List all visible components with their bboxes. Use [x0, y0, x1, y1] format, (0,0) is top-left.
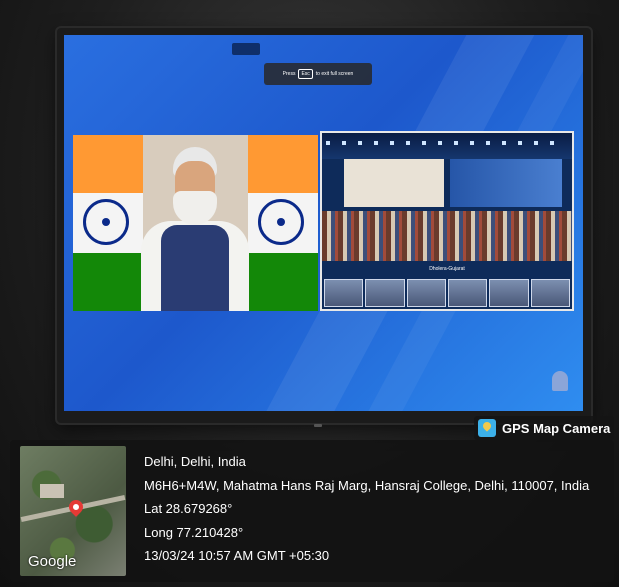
gps-badge-label: GPS Map Camera — [502, 420, 611, 436]
gps-map-camera-badge: GPS Map Camera — [474, 416, 614, 440]
stage-thumbnail — [406, 279, 446, 307]
map-building — [40, 484, 64, 498]
google-logo: Google — [28, 553, 77, 570]
location-address: M6H6+M4W, Mahatma Hans Raj Marg, Hansraj… — [144, 477, 590, 493]
stage-thumbnail — [447, 279, 488, 307]
location-info-panel: Google Delhi, Delhi, India M6H6+M4W, Mah… — [10, 440, 614, 582]
location-city: Delhi, Delhi, India — [144, 454, 246, 469]
esc-banner-prefix: Press — [282, 71, 296, 77]
esc-key: Esc — [298, 69, 313, 79]
stage-thumbnail-strip — [324, 279, 570, 307]
stage-screen-left — [344, 159, 444, 207]
flag-right — [248, 135, 318, 311]
speaker-video-tile — [73, 135, 318, 311]
location-latitude: Lat 28.679268° — [144, 501, 233, 516]
location-longitude: Long 77.210428° — [144, 524, 244, 540]
self-view-avatar — [552, 371, 568, 391]
stage-thumbnail — [365, 279, 405, 307]
location-details: Delhi, Delhi, India M6H6+M4W, Mahatma Ha… — [144, 450, 606, 568]
stage-thumbnail — [489, 279, 529, 307]
meeting-top-tag — [232, 43, 260, 55]
ashoka-chakra-icon — [258, 199, 304, 245]
stage-screen-right — [450, 159, 562, 207]
tv-screen: Press Esc to exit full screen Dholera-Gu… — [64, 35, 583, 411]
stage-lights — [326, 141, 566, 145]
speaker-figure — [141, 147, 249, 311]
stage-ceiling — [322, 133, 572, 159]
stage-thumbnail — [530, 279, 570, 307]
stage-caption: Dholera-Gujarat — [429, 266, 465, 272]
exit-fullscreen-banner: Press Esc to exit full screen — [264, 63, 372, 85]
tv-power-led — [314, 424, 322, 427]
gps-map-camera-icon — [478, 419, 496, 437]
map-thumbnail: Google — [20, 446, 126, 576]
location-timestamp: 13/03/24 10:57 AM GMT +05:30 — [144, 548, 330, 563]
ashoka-chakra-icon — [83, 199, 129, 245]
event-stage-video-tile: Dholera-Gujarat — [320, 131, 574, 311]
map-pin-icon — [66, 497, 86, 517]
esc-banner-suffix: to exit full screen — [315, 71, 354, 77]
stage-dignitaries — [322, 211, 572, 261]
stage-thumbnail — [324, 279, 364, 307]
flag-left — [73, 135, 143, 311]
